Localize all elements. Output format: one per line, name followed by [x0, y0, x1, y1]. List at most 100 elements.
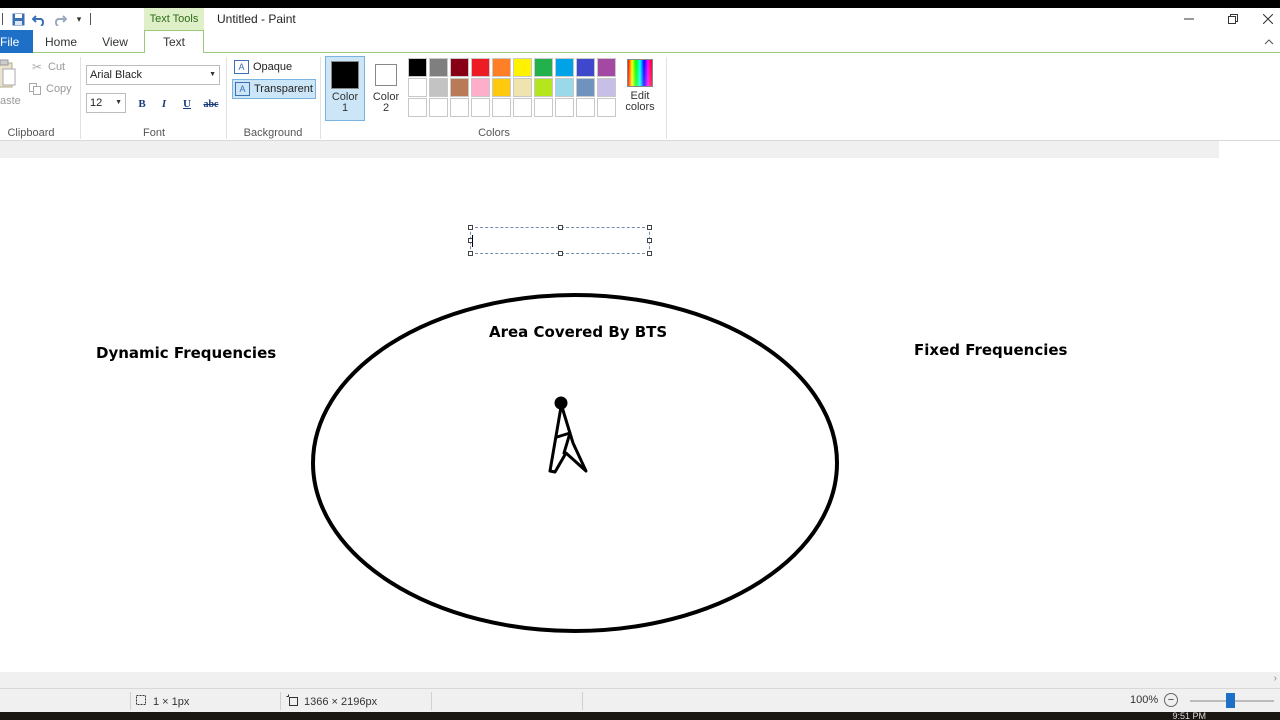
group-divider: [320, 57, 321, 139]
palette-swatch[interactable]: [408, 78, 427, 97]
opaque-label: Opaque: [253, 61, 293, 73]
underline-button[interactable]: U: [178, 95, 196, 113]
tab-file[interactable]: File: [0, 30, 33, 53]
cut-button[interactable]: ✂ Cut: [30, 60, 65, 74]
chevron-down-icon: ▼: [115, 99, 122, 106]
copy-button[interactable]: Copy: [28, 82, 72, 96]
copy-icon: [28, 82, 42, 96]
palette-swatch[interactable]: [576, 78, 595, 97]
palette-swatch[interactable]: [471, 58, 490, 77]
palette-swatch[interactable]: [555, 78, 574, 97]
status-divider: [431, 692, 432, 710]
palette-swatch[interactable]: [408, 98, 427, 117]
palette-swatch[interactable]: [492, 58, 511, 77]
restore-button[interactable]: [1211, 8, 1255, 30]
tab-text[interactable]: Text: [144, 30, 204, 54]
customize-qat-icon[interactable]: ▾: [71, 11, 87, 27]
restore-icon: [1228, 14, 1238, 24]
palette-swatch[interactable]: [429, 58, 448, 77]
palette-swatch[interactable]: [471, 78, 490, 97]
zoom-level: 100%: [1130, 694, 1159, 706]
palette-swatch[interactable]: [513, 98, 532, 117]
strikethrough-button[interactable]: abc: [200, 95, 222, 113]
resize-handle[interactable]: [558, 251, 563, 256]
color2-swatch: [375, 64, 397, 86]
resize-handle[interactable]: [647, 251, 652, 256]
paste-icon[interactable]: [0, 59, 18, 89]
minimize-icon: [1184, 18, 1194, 20]
scissors-icon: ✂: [31, 60, 43, 74]
palette-swatch[interactable]: [492, 98, 511, 117]
dynamic-frequencies-label: Dynamic Frequencies: [96, 344, 277, 362]
scroll-right-icon[interactable]: ›: [1274, 673, 1277, 684]
top-strip: [0, 0, 1280, 8]
palette-swatch[interactable]: [576, 98, 595, 117]
palette-swatch[interactable]: [471, 98, 490, 117]
ribbon: aste ✂ Cut Copy Clipboard Font Arial Bla…: [0, 53, 1280, 141]
palette-swatch[interactable]: [450, 78, 469, 97]
close-button[interactable]: [1255, 8, 1280, 30]
image-size: 1366 × 2196px: [286, 694, 377, 709]
opaque-button[interactable]: A Opaque: [232, 57, 316, 77]
background-group-label: Background: [243, 127, 303, 139]
palette-swatch[interactable]: [513, 58, 532, 77]
horizontal-scrollbar[interactable]: ›: [0, 672, 1280, 688]
font-group-label: Font: [142, 127, 165, 139]
opaque-icon: A: [234, 60, 249, 74]
tab-view[interactable]: View: [92, 30, 138, 53]
resize-handle[interactable]: [558, 225, 563, 230]
palette-swatch[interactable]: [597, 78, 616, 97]
bold-button[interactable]: B: [133, 95, 151, 113]
minimize-button[interactable]: [1167, 8, 1211, 30]
status-bar: 1 × 1px 1366 × 2196px 100% −: [0, 688, 1280, 712]
zoom-slider-thumb[interactable]: [1226, 693, 1235, 708]
palette-swatch[interactable]: [597, 98, 616, 117]
palette-swatch[interactable]: [513, 78, 532, 97]
paste-button[interactable]: aste: [0, 95, 21, 107]
resize-handle[interactable]: [468, 251, 473, 256]
palette-swatch[interactable]: [450, 98, 469, 117]
zoom-out-button[interactable]: −: [1164, 693, 1178, 707]
font-family-select[interactable]: Arial Black ▼: [86, 65, 220, 85]
transparent-icon: A: [235, 82, 250, 96]
save-icon[interactable]: [10, 11, 26, 27]
palette-swatch[interactable]: [534, 58, 553, 77]
tab-home[interactable]: Home: [38, 30, 84, 53]
edit-colors-label-2: colors: [625, 101, 655, 113]
palette-swatch[interactable]: [492, 78, 511, 97]
selection-size-value: 1 × 1px: [153, 695, 190, 708]
color1-number: 1: [341, 102, 349, 114]
color1-swatch: [331, 61, 359, 89]
group-divider: [666, 57, 667, 139]
palette-swatch[interactable]: [555, 58, 574, 77]
selection-icon: [135, 694, 147, 709]
resize-handle[interactable]: [647, 238, 652, 243]
canvas-shapes: [311, 293, 839, 633]
palette-swatch[interactable]: [534, 98, 553, 117]
italic-button[interactable]: I: [155, 95, 173, 113]
palette-swatch[interactable]: [429, 78, 448, 97]
transparent-button[interactable]: A Transparent: [232, 79, 316, 99]
transparent-label: Transparent: [254, 83, 313, 95]
palette-swatch[interactable]: [534, 78, 553, 97]
clipboard-group-label: Clipboard: [7, 127, 55, 139]
palette-swatch[interactable]: [408, 58, 427, 77]
font-size-select[interactable]: 12 ▼: [86, 93, 126, 113]
tower-icon: [548, 396, 588, 474]
redo-icon[interactable]: [52, 11, 68, 27]
palette-swatch[interactable]: [555, 98, 574, 117]
edit-colors-button[interactable]: Edit colors: [624, 59, 656, 123]
resize-handle[interactable]: [468, 225, 473, 230]
resize-handle[interactable]: [647, 225, 652, 230]
color2-button[interactable]: Color 2: [366, 56, 406, 120]
color-palette: [408, 58, 620, 117]
palette-swatch[interactable]: [576, 58, 595, 77]
color1-button[interactable]: Color 1: [325, 56, 365, 121]
palette-swatch[interactable]: [429, 98, 448, 117]
undo-icon[interactable]: [31, 11, 47, 27]
palette-swatch[interactable]: [450, 58, 469, 77]
text-input-box[interactable]: [468, 225, 652, 256]
drawing-canvas[interactable]: Dynamic Frequencies Area Covered By BTS …: [0, 141, 1280, 672]
collapse-ribbon-icon[interactable]: [1264, 34, 1274, 48]
palette-swatch[interactable]: [597, 58, 616, 77]
